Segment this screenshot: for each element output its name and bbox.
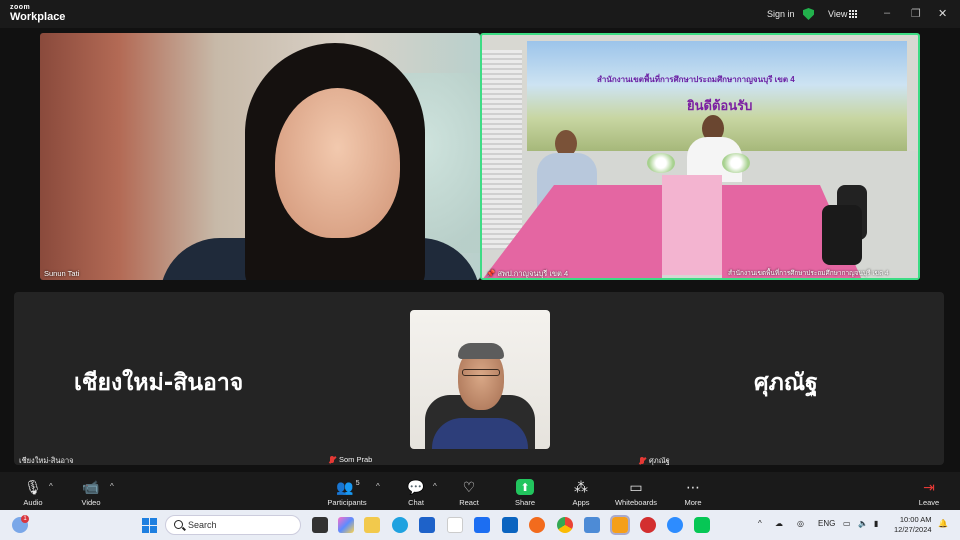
title-bar: zoom Workplace Sign in View – ❐ ✕	[0, 0, 960, 28]
leave-door-icon: ⇥	[923, 478, 935, 495]
participants-icon: 👥	[336, 478, 354, 495]
banner-line2: ยินดีต้อนรับ	[687, 98, 753, 113]
leave-button[interactable]: ⇥ Leave	[915, 472, 943, 510]
battery-icon[interactable]: ▮	[874, 519, 878, 528]
window-blind	[482, 50, 522, 250]
dropbox-icon[interactable]	[474, 517, 490, 533]
firefox-icon[interactable]	[529, 517, 545, 533]
brand-bottom: Workplace	[10, 11, 66, 23]
whiteboards-button[interactable]: ▭ Whiteboards	[612, 472, 660, 510]
audio-button[interactable]: 🎙 Audio	[20, 472, 46, 510]
participants-count: 5	[355, 479, 360, 487]
participant-name: 📌 สพป.กาญจนบุรี เขต 4	[486, 269, 569, 278]
notifications-icon[interactable]: 🔔	[938, 519, 948, 528]
restore-icon[interactable]: ❐	[911, 7, 921, 20]
participants-bottom-row: เชียงใหม่-สินอาจ เชียงใหม่-สินอาจ Som Pr…	[14, 292, 944, 465]
store-icon[interactable]	[419, 517, 435, 533]
audio-options-chevron-icon[interactable]: ^	[49, 482, 53, 491]
participants-options-chevron-icon[interactable]: ^	[376, 482, 380, 491]
grid-view-icon[interactable]	[849, 10, 857, 18]
video-button[interactable]: 📹 Video	[78, 472, 104, 510]
glasses	[462, 369, 500, 376]
edge-browser-icon[interactable]	[392, 517, 408, 533]
tray-expand-chevron-icon[interactable]: ^	[758, 519, 762, 528]
flower-arrangement	[647, 153, 675, 173]
taskbar-search[interactable]: Search	[165, 515, 301, 535]
amazon-icon[interactable]	[447, 517, 463, 533]
windows-taskbar: 1 Search ^ ☁ ◎ ENG ▭ 🔈 ▮ 10:00 AM 12/27/…	[0, 510, 960, 540]
tray-app-icon[interactable]: ☁	[775, 519, 783, 528]
muted-mic-icon	[328, 455, 336, 464]
chat-icon: 💬	[407, 478, 425, 495]
share-button[interactable]: ⬆ Share	[511, 472, 539, 510]
heart-icon: ♡	[462, 478, 476, 495]
participant-name: เชียงใหม่-สินอาจ	[19, 456, 74, 465]
banner-line1: สำนักงานเขตพื้นที่การศึกษาประถมศึกษากาญจ…	[597, 75, 795, 84]
avatar-name-large: เชียงใหม่-สินอาจ	[74, 370, 244, 396]
participant-name-som-prab: Som Prab	[328, 455, 372, 464]
video-tile-office[interactable]: สำนักงานเขตพื้นที่การศึกษาประถมศึกษากาญจ…	[480, 33, 920, 280]
chrome-icon[interactable]	[557, 517, 573, 533]
start-windows-icon[interactable]	[142, 518, 157, 533]
brand-top: zoom	[10, 4, 31, 11]
react-button[interactable]: ♡ React	[455, 472, 483, 510]
app-active-icon[interactable]	[610, 515, 630, 535]
language-indicator[interactable]: ENG	[818, 519, 835, 528]
more-dots-icon: ⋯	[686, 478, 700, 495]
system-clock[interactable]: 10:00 AM 12/27/2024	[894, 515, 932, 535]
person-face	[275, 88, 400, 238]
app-icon[interactable]	[640, 517, 656, 533]
chat-button[interactable]: 💬 Chat	[402, 472, 430, 510]
person-shirt	[432, 418, 528, 449]
security-shield-icon[interactable]	[803, 8, 814, 20]
close-icon[interactable]: ✕	[938, 7, 947, 20]
video-tile-som-prab[interactable]	[410, 310, 550, 449]
person-hair	[458, 343, 504, 359]
view-button[interactable]: View	[828, 9, 847, 19]
avatar-name-large: ศุภณัฐ	[754, 370, 818, 396]
sign-in-link[interactable]: Sign in	[767, 9, 795, 19]
task-view-icon[interactable]	[312, 517, 328, 533]
apps-button[interactable]: ⁂ Apps	[567, 472, 595, 510]
weather-badge: 1	[21, 515, 29, 523]
microphone-icon: 🎙	[24, 478, 42, 495]
participant-name-supanat: ศุภณัฐ	[638, 455, 670, 467]
apps-icon: ⁂	[574, 478, 588, 495]
search-icon	[174, 520, 183, 529]
whiteboard-icon: ▭	[629, 478, 643, 495]
tray-app-icon[interactable]: ◎	[797, 519, 804, 528]
app-icon[interactable]	[584, 517, 600, 533]
network-icon[interactable]: ▭	[843, 519, 851, 528]
chat-options-chevron-icon[interactable]: ^	[433, 482, 437, 491]
pink-table	[662, 175, 722, 275]
video-tile-sunun[interactable]: Sunun Tati	[40, 33, 480, 280]
flower-arrangement	[722, 153, 750, 173]
participant-name: Sunun Tati	[44, 269, 80, 278]
outlook-icon[interactable]	[502, 517, 518, 533]
muted-mic-icon	[638, 457, 646, 465]
video-options-chevron-icon[interactable]: ^	[110, 482, 114, 491]
volume-icon[interactable]: 🔈	[858, 519, 868, 528]
office-chair	[822, 205, 862, 265]
copilot-icon[interactable]	[338, 517, 354, 533]
zoom-logo: zoom Workplace	[10, 4, 65, 23]
participants-button[interactable]: 👥 5 Participants	[322, 472, 372, 510]
camera-icon: 📹	[82, 478, 100, 495]
minimize-icon[interactable]: –	[884, 7, 890, 19]
more-button[interactable]: ⋯ More	[679, 472, 707, 510]
line-app-icon[interactable]	[694, 517, 710, 533]
zoom-app-icon[interactable]	[667, 517, 683, 533]
share-arrow-icon: ⬆	[516, 479, 534, 495]
file-explorer-icon[interactable]	[364, 517, 380, 533]
meeting-toolbar: 🎙 Audio ^ 📹 Video ^ 👥 5 Participants ^ 💬 …	[0, 472, 960, 510]
room-caption: สำนักงานเขตพื้นที่การศึกษาประถมศึกษากาญจ…	[728, 270, 889, 277]
